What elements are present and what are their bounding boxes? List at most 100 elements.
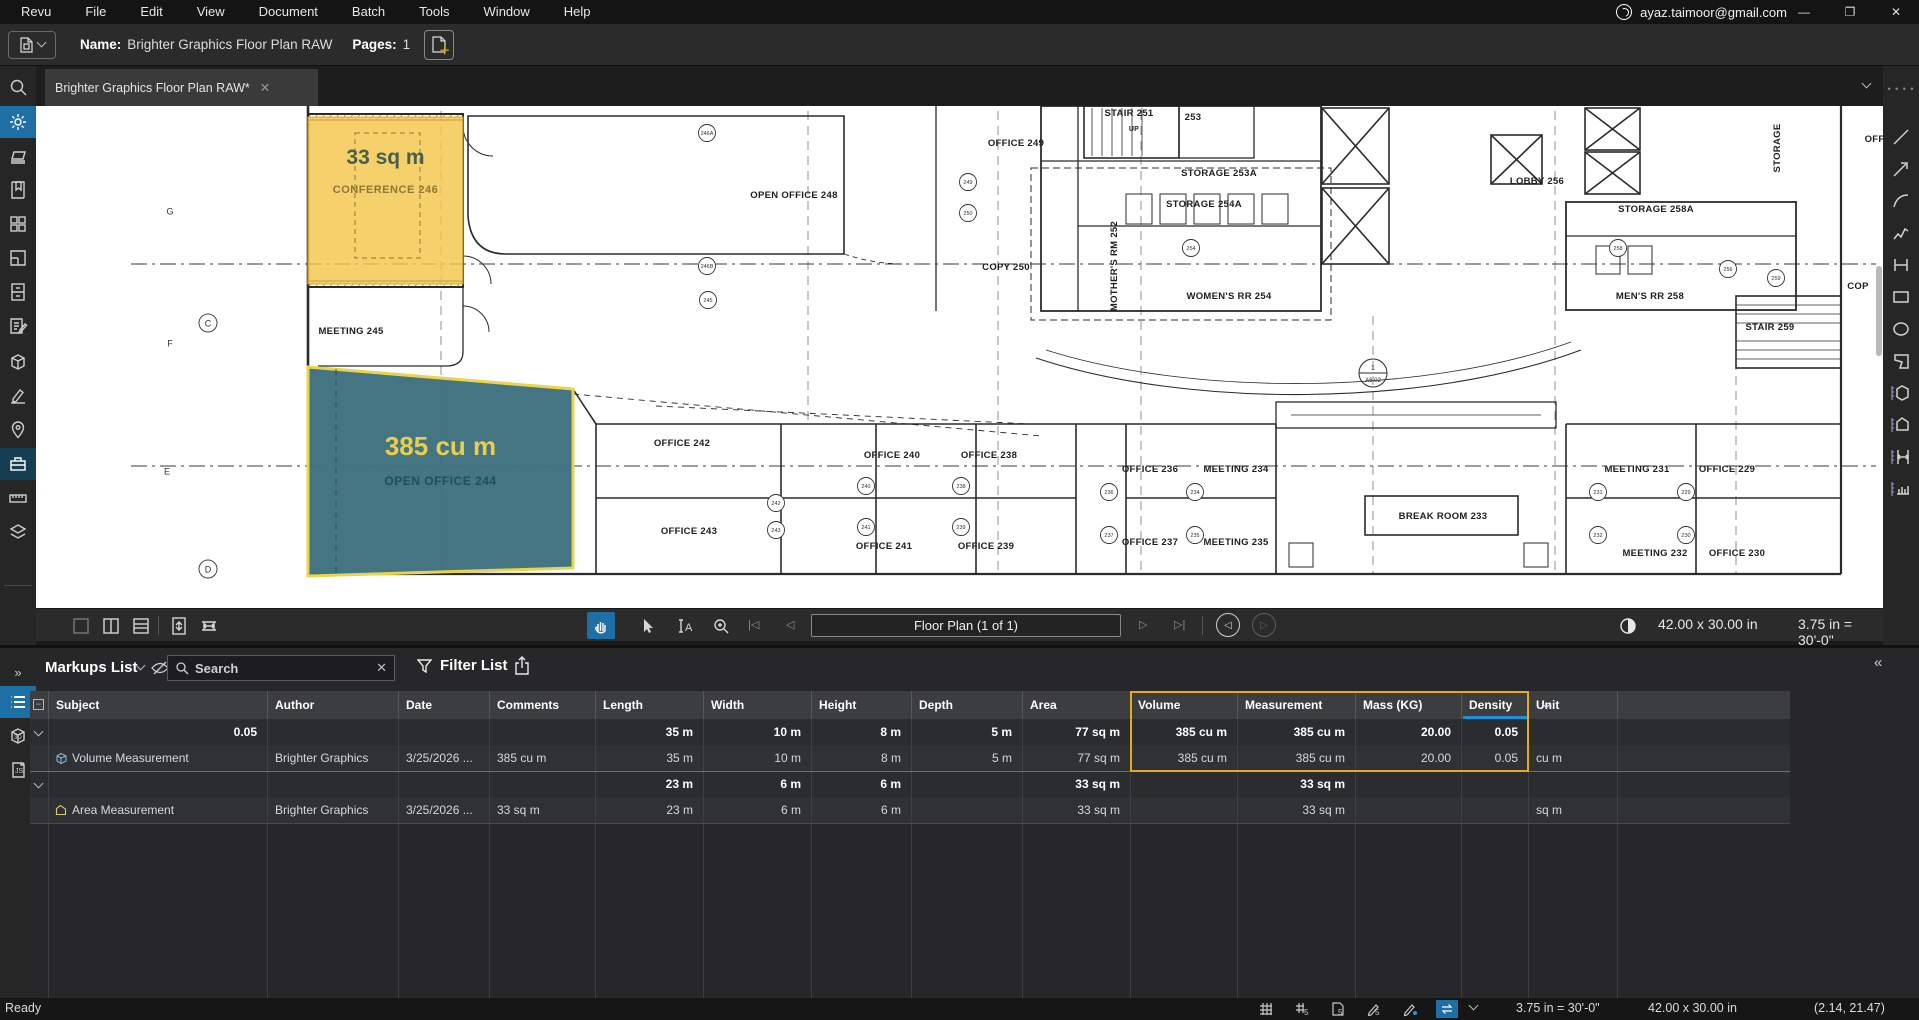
document-viewport[interactable]: OFFICE 249STAIR 251UP253OPEN OFFICE 248S…: [36, 106, 1883, 608]
cell-area[interactable]: 33 sq m: [1030, 797, 1120, 823]
cell-date[interactable]: 3/25/2026 ...: [406, 797, 479, 823]
column-header-height[interactable]: Height: [819, 691, 907, 719]
menu-file[interactable]: File: [68, 0, 123, 24]
cell-subject[interactable]: Volume Measurement: [72, 745, 257, 771]
cell-measurement[interactable]: 33 sq m: [1245, 771, 1345, 797]
ellipse-tool[interactable]: [1883, 314, 1919, 344]
search-icon[interactable]: [0, 72, 36, 104]
cell-date[interactable]: 3/25/2026 ...: [406, 745, 479, 771]
line-tool[interactable]: [1883, 122, 1919, 152]
cell-height[interactable]: 8 m: [819, 745, 901, 771]
layers-icon[interactable]: [0, 516, 36, 548]
table-row[interactable]: [30, 771, 1790, 797]
clear-search-icon[interactable]: ✕: [376, 660, 387, 676]
cell-width[interactable]: 6 m: [711, 797, 801, 823]
next-view-button[interactable]: ▷: [1252, 613, 1276, 637]
column-header-width[interactable]: Width: [711, 691, 807, 719]
previous-view-button[interactable]: ◁: [1216, 613, 1240, 637]
add-page-button[interactable]: ＋: [424, 30, 454, 60]
rectangle-tool[interactable]: [1883, 282, 1919, 312]
arc-tool[interactable]: [1883, 186, 1919, 216]
menu-view[interactable]: View: [180, 0, 242, 24]
cell-unit[interactable]: cu m: [1536, 745, 1607, 771]
expand-panels-icon[interactable]: »: [0, 656, 36, 688]
search-input[interactable]: [195, 661, 370, 676]
menu-batch[interactable]: Batch: [335, 0, 402, 24]
snap-to-content-icon[interactable]: 5: [1327, 1000, 1349, 1018]
cell-length[interactable]: 35 m: [603, 745, 693, 771]
cell-width[interactable]: 10 m: [711, 745, 801, 771]
cell-area[interactable]: 33 sq m: [1030, 771, 1120, 797]
cell-area[interactable]: 77 sq m: [1030, 719, 1120, 745]
cell-width[interactable]: 10 m: [711, 719, 801, 745]
cell-length[interactable]: 23 m: [603, 771, 693, 797]
ink-pen-icon[interactable]: [1399, 1000, 1421, 1018]
fit-width-icon[interactable]: [195, 612, 223, 639]
single-pane-icon[interactable]: [67, 612, 95, 639]
cell-depth[interactable]: 5 m: [919, 745, 1012, 771]
select-tool[interactable]: [634, 612, 662, 639]
file-cabinet-icon[interactable]: [0, 276, 36, 308]
arrow-tool[interactable]: [1883, 154, 1919, 184]
split-vertical-icon[interactable]: [97, 612, 125, 639]
next-page-button[interactable]: ▷: [1139, 618, 1147, 631]
toolbar-grip-icon[interactable]: • • • •: [1887, 84, 1915, 94]
first-page-button[interactable]: |◁: [748, 618, 759, 631]
menu-edit[interactable]: Edit: [123, 0, 179, 24]
cell-height[interactable]: 6 m: [819, 797, 901, 823]
cell-author[interactable]: Brighter Graphics: [275, 797, 388, 823]
polygon-tool[interactable]: [1883, 346, 1919, 376]
tab-list-chevron-icon[interactable]: [1862, 79, 1872, 89]
column-header-subject[interactable]: Subject: [56, 691, 263, 719]
cell-comments[interactable]: 385 cu m: [497, 745, 585, 771]
document-switcher[interactable]: [8, 31, 56, 59]
viewer-scrollbar[interactable]: [1876, 266, 1882, 356]
tab-close-icon[interactable]: ✕: [260, 80, 270, 95]
signature-icon[interactable]: [0, 380, 36, 412]
cell-height[interactable]: 6 m: [819, 771, 901, 797]
tab-floor-plan[interactable]: Brighter Graphics Floor Plan RAW* ✕: [45, 69, 318, 106]
dimension-tool[interactable]: [1883, 250, 1919, 280]
grid-icon[interactable]: [1255, 1000, 1277, 1018]
volume-measure-tool[interactable]: [1883, 378, 1919, 408]
cell-length[interactable]: 23 m: [603, 797, 693, 823]
cell-subject[interactable]: 0.05: [56, 719, 257, 745]
properties-gear-icon[interactable]: [0, 106, 36, 138]
bookmarks-icon[interactable]: [0, 174, 36, 206]
page-navigation-field[interactable]: Floor Plan (1 of 1): [811, 614, 1121, 637]
pan-hand-tool[interactable]: [587, 612, 615, 639]
column-header-depth[interactable]: Depth: [919, 691, 1018, 719]
markup-summary-icon[interactable]: [0, 310, 36, 342]
menu-window[interactable]: Window: [467, 0, 547, 24]
area-measure-tool[interactable]: [1883, 410, 1919, 440]
cell-author[interactable]: Brighter Graphics: [275, 745, 388, 771]
contrast-icon[interactable]: [1614, 612, 1642, 639]
cell-area[interactable]: 77 sq m: [1030, 745, 1120, 771]
column-header-comments[interactable]: Comments: [497, 691, 591, 719]
length-measure-tool[interactable]: [1883, 442, 1919, 472]
menu-document[interactable]: Document: [242, 0, 335, 24]
snap-to-grid-icon[interactable]: 5: [1291, 1000, 1313, 1018]
floor-plan-drawing[interactable]: OFFICE 249STAIR 251UP253OPEN OFFICE 248S…: [36, 106, 1883, 608]
fit-page-icon[interactable]: [165, 612, 193, 639]
cell-unit[interactable]: sq m: [1536, 797, 1607, 823]
cell-depth[interactable]: 5 m: [919, 719, 1012, 745]
tool-chest-icon[interactable]: [0, 448, 36, 480]
filter-list-button[interactable]: Filter List: [417, 657, 508, 674]
volume-markup[interactable]: [308, 367, 573, 576]
previous-page-button[interactable]: ◁: [786, 618, 794, 631]
cell-length[interactable]: 35 m: [603, 719, 693, 745]
spaces-icon[interactable]: [0, 242, 36, 274]
snap-to-markup-icon[interactable]: 5: [1363, 1000, 1385, 1018]
restore-button[interactable]: ❐: [1827, 0, 1873, 24]
split-horizontal-icon[interactable]: [127, 612, 155, 639]
file-access-icon[interactable]: [0, 140, 36, 172]
markups-table[interactable]: SubjectAuthorDateCommentsLengthWidthHeig…: [30, 691, 1790, 1001]
places-pin-icon[interactable]: [0, 414, 36, 446]
last-page-button[interactable]: ▷|: [1174, 618, 1185, 631]
thumbnails-icon[interactable]: [0, 208, 36, 240]
cell-measurement[interactable]: 33 sq m: [1245, 797, 1345, 823]
close-button[interactable]: ✕: [1873, 0, 1919, 24]
cell-width[interactable]: 6 m: [711, 771, 801, 797]
summary-export-icon[interactable]: [513, 656, 531, 681]
